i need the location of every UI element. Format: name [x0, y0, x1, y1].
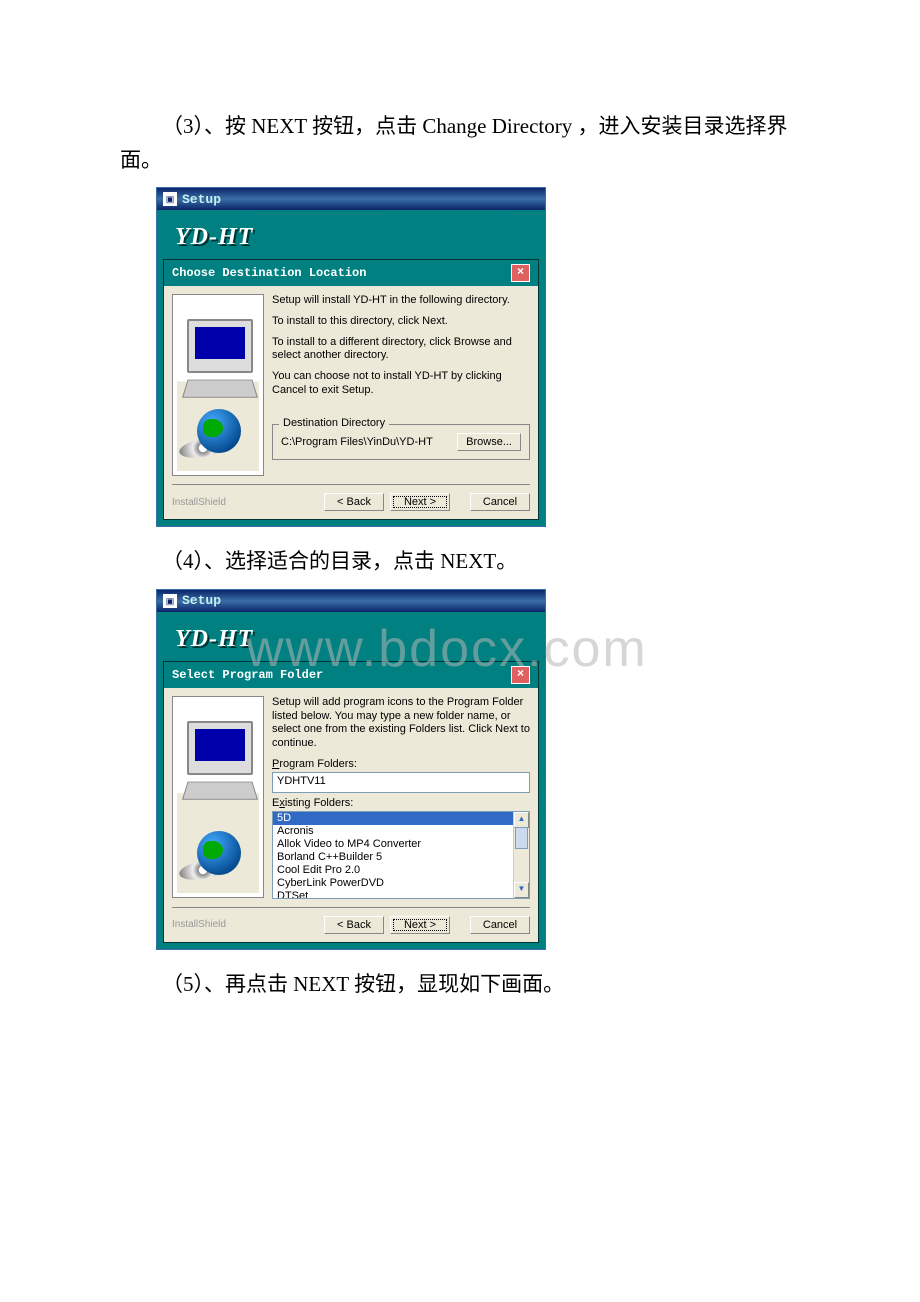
list-item[interactable]: DTSet — [273, 890, 529, 899]
list-item[interactable]: Borland C++Builder 5 — [273, 851, 529, 864]
dialog-title-text: Select Program Folder — [172, 668, 323, 682]
keyboard-icon — [182, 380, 258, 398]
list-item[interactable]: 5D — [273, 812, 529, 825]
cancel-button[interactable]: Cancel — [470, 493, 530, 511]
existing-folders-label: Existing Folders: — [272, 797, 530, 809]
list-item[interactable]: Allok Video to MP4 Converter — [273, 838, 529, 851]
dialog-text-1: Setup will install YD-HT in the followin… — [272, 294, 530, 308]
installshield-label: InstallShield — [172, 497, 226, 508]
back-button[interactable]: < Back — [324, 916, 384, 934]
existing-folders-listbox[interactable]: 5D Acronis Allok Video to MP4 Converter … — [272, 811, 530, 899]
scroll-thumb[interactable] — [515, 827, 528, 849]
select-program-folder-dialog: Select Program Folder × Setup will add p… — [163, 661, 539, 943]
choose-destination-dialog: Choose Destination Location × Setup will… — [163, 259, 539, 520]
brand-logo: YD-HT — [175, 224, 253, 250]
dialog-text-3: To install to a different directory, cli… — [272, 336, 530, 364]
keyboard-icon — [182, 781, 258, 799]
list-item[interactable]: Acronis — [273, 825, 529, 838]
instruction-paragraph-4: （4）、选择适合的目录，点击 NEXT。 — [120, 545, 800, 579]
scroll-down-icon[interactable]: ▼ — [514, 882, 529, 898]
wizard-graphic — [172, 696, 264, 898]
brand-area: YD-HT — [157, 210, 545, 259]
installshield-label: InstallShield — [172, 919, 226, 930]
setup-icon: ▣ — [163, 594, 177, 608]
titlebar[interactable]: ▣ Setup — [157, 590, 545, 612]
browse-button[interactable]: Browse... — [457, 433, 521, 451]
dialog-titlebar: Select Program Folder × — [164, 662, 538, 688]
globe-icon — [197, 831, 241, 875]
dialog-footer: InstallShield < Back Next > Cancel — [172, 484, 530, 519]
globe-icon — [197, 409, 241, 453]
scroll-up-icon[interactable]: ▲ — [514, 812, 529, 828]
titlebar-text: Setup — [182, 593, 221, 608]
close-icon[interactable]: × — [511, 264, 530, 282]
destination-directory-group: Destination Directory C:\Program Files\Y… — [272, 424, 530, 460]
list-item[interactable]: CyberLink PowerDVD — [273, 877, 529, 890]
setup-window-2: ▣ Setup YD-HT Select Program Folder × — [156, 589, 546, 950]
scrollbar[interactable]: ▲ ▼ — [513, 812, 529, 898]
cancel-button[interactable]: Cancel — [470, 916, 530, 934]
instruction-paragraph-5: （5）、再点击 NEXT 按钮，显现如下画面。 — [120, 968, 800, 1002]
dialog-text-2: To install to this directory, click Next… — [272, 315, 530, 329]
destination-path: C:\Program Files\YinDu\YD-HT — [281, 436, 433, 448]
next-button[interactable]: Next > — [390, 493, 450, 511]
dialog-text-4: You can choose not to install YD-HT by c… — [272, 370, 530, 398]
dialog-title-text: Choose Destination Location — [172, 266, 366, 280]
dialog-footer: InstallShield < Back Next > Cancel — [172, 907, 530, 942]
titlebar-text: Setup — [182, 192, 221, 207]
close-icon[interactable]: × — [511, 666, 530, 684]
dialog-content: Setup will install YD-HT in the followin… — [272, 294, 530, 476]
instruction-paragraph-3: （3）、按 NEXT 按钮，点击 Change Directory ，进入安装目… — [120, 110, 800, 177]
dialog-titlebar: Choose Destination Location × — [164, 260, 538, 286]
back-button[interactable]: < Back — [324, 493, 384, 511]
dialog-content: Setup will add program icons to the Prog… — [272, 696, 530, 899]
list-item[interactable]: Cool Edit Pro 2.0 — [273, 864, 529, 877]
titlebar[interactable]: ▣ Setup — [157, 188, 545, 210]
setup-window-1: ▣ Setup YD-HT Choose Destination Locatio… — [156, 187, 546, 527]
dialog-intro-text: Setup will add program icons to the Prog… — [272, 696, 530, 751]
brand-logo: YD-HT — [175, 626, 253, 652]
program-folders-label: Program Folders: — [272, 758, 530, 770]
monitor-icon — [187, 721, 253, 775]
brand-area: YD-HT — [157, 612, 545, 661]
program-folder-input[interactable]: YDHTV11 — [272, 772, 530, 793]
monitor-icon — [187, 319, 253, 373]
groupbox-label: Destination Directory — [279, 417, 389, 429]
setup-icon: ▣ — [163, 192, 177, 206]
next-button[interactable]: Next > — [390, 916, 450, 934]
wizard-graphic — [172, 294, 264, 476]
